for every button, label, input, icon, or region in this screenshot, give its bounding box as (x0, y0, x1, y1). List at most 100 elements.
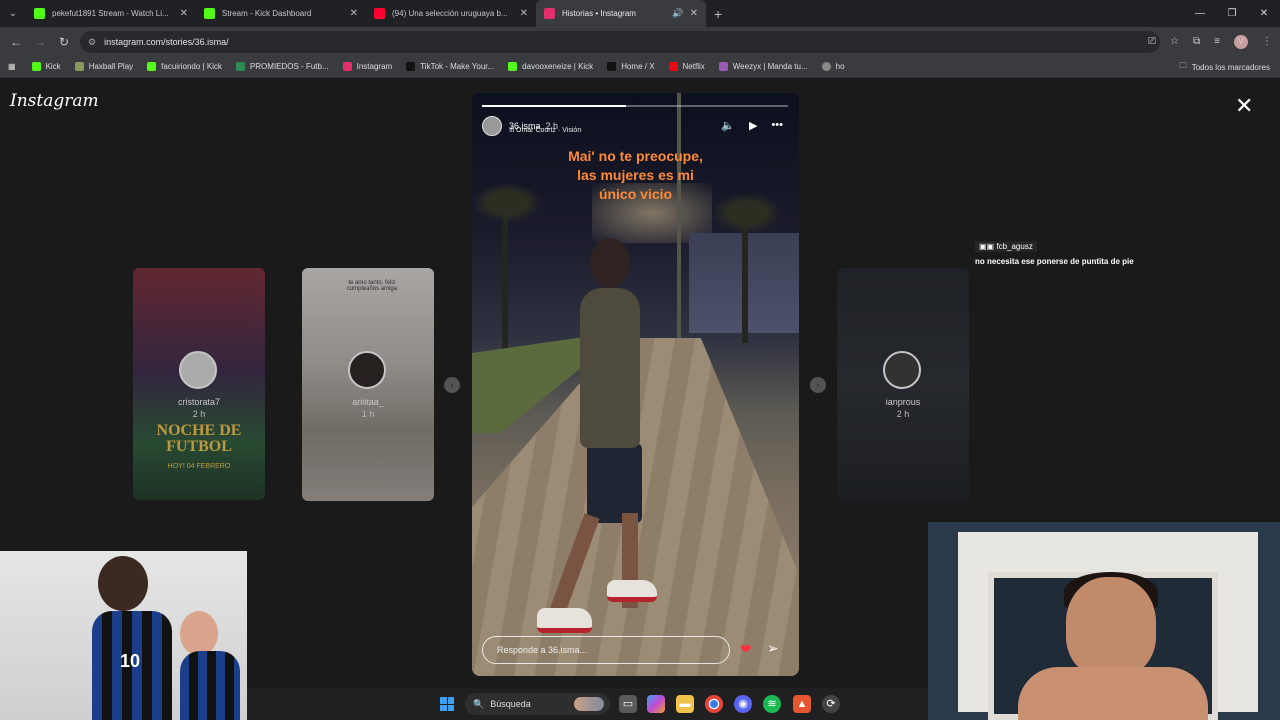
bookmark-label: Haxball Play (88, 62, 134, 71)
windows-start-icon[interactable] (440, 697, 454, 711)
weezyx-icon (718, 62, 728, 71)
speaker-icon[interactable]: 🔊 (672, 8, 683, 19)
player-head (98, 556, 148, 611)
heart-icon[interactable]: ❤ (740, 641, 752, 658)
tab-kick-stream[interactable]: pekefut1891 Stream - Watch Li... ✕ (26, 0, 196, 27)
back-icon[interactable]: ← (4, 35, 28, 49)
main-story[interactable]: 36.isma 2 h ıll Omar Courtz · Visión 🔈 ▶… (472, 93, 799, 676)
all-bookmarks[interactable]: 🗀 Todos los marcadores (1179, 56, 1270, 78)
start-pane (440, 697, 447, 704)
bookmark-davooxeneize[interactable]: davooxeneize | Kick (508, 62, 593, 71)
globe-icon (821, 62, 831, 71)
kick-favicon-icon (204, 8, 215, 19)
start-pane (440, 704, 447, 711)
spotify-icon[interactable]: ≋ (763, 695, 781, 713)
side-story-ariiitaa[interactable]: te amo tanto, feliz cumpleaños amiga ari… (302, 268, 434, 501)
side-story-username: ianprous (885, 397, 921, 407)
football-image-overlay: 10 (0, 551, 247, 720)
new-tab-button[interactable]: + (714, 6, 722, 22)
chat-message: no necesita ese ponerse de puntita de pi… (975, 257, 1134, 266)
story-progress-bar (482, 105, 788, 107)
bookmark-label: Kick (45, 62, 61, 71)
bookmark-label: Netflix (682, 62, 705, 71)
minimize-icon[interactable]: — (1184, 8, 1216, 19)
badge-icon: ▣▣ (979, 242, 997, 251)
bookmark-weezyx[interactable]: Weezyx | Manda tu... (718, 62, 808, 71)
side-story-time: 1 h (361, 409, 375, 419)
bookmark-ho[interactable]: ho (821, 62, 845, 71)
bookmark-label: facuiriondo | Kick (161, 62, 222, 71)
bookmark-haxball[interactable]: Haxball Play (74, 62, 134, 71)
tab-search-icon[interactable]: ⌄ (0, 8, 26, 19)
maximize-icon[interactable]: ❐ (1216, 8, 1248, 19)
next-story-arrow-icon[interactable]: › (810, 377, 826, 393)
bookmark-label: Weezyx | Manda tu... (732, 62, 808, 71)
app-icon[interactable]: ⟳ (822, 695, 840, 713)
tab-youtube[interactable]: (94) Una selección uruguaya b... ✕ (366, 0, 536, 27)
copilot-icon[interactable] (647, 695, 665, 713)
send-icon[interactable]: ➢ (767, 640, 779, 657)
bookmark-x[interactable]: Home / X (607, 62, 655, 71)
apps-icon[interactable]: ▦ (8, 62, 16, 71)
bookmark-label: TikTok - Make Your... (420, 62, 495, 71)
haxball-icon (74, 62, 84, 71)
music-bars-icon: ıll (509, 127, 516, 134)
reply-input[interactable]: Responde a 36.isma... (482, 636, 730, 664)
file-explorer-icon[interactable]: ▬ (676, 695, 694, 713)
more-options-icon[interactable]: ••• (771, 119, 783, 132)
address-bar[interactable]: ⚙ instagram.com/stories/36.isma/ (80, 31, 1160, 53)
story-music-label: Omar Courtz · Visión (516, 127, 582, 134)
bookmark-netflix[interactable]: Netflix (668, 62, 705, 71)
play-icon[interactable]: ▶ (749, 119, 757, 132)
bookmark-label: PROMIEDOS - Futb... (249, 62, 329, 71)
side-story-ianprous[interactable]: ianprous 2 h (837, 268, 969, 501)
volume-icon[interactable]: 🔈 (721, 119, 735, 132)
bookmark-star-icon[interactable]: ☆ (1170, 36, 1179, 47)
bookmark-kick[interactable]: Kick (31, 62, 61, 71)
bookmark-facuiriondo[interactable]: facuiriondo | Kick (147, 62, 222, 71)
bookmark-tiktok[interactable]: TikTok - Make Your... (406, 62, 494, 71)
kick-icon (31, 62, 41, 71)
story-music[interactable]: ıll Omar Courtz · Visión (509, 127, 581, 134)
reload-icon[interactable]: ↻ (52, 35, 76, 49)
menu-icon[interactable]: ⋮ (1262, 36, 1272, 47)
player-head (180, 611, 218, 656)
close-window-icon[interactable]: ✕ (1248, 8, 1280, 19)
tab-kick-dashboard[interactable]: Stream - Kick Dashboard ✕ (196, 0, 366, 27)
tab-instagram-stories[interactable]: Historias • Instagram 🔊 ✕ (536, 0, 706, 27)
previous-story-arrow-icon[interactable]: ‹ (444, 377, 460, 393)
taskbar-search[interactable]: 🔍 Búsqueda (465, 693, 610, 715)
site-info-icon[interactable]: ⚙ (88, 37, 96, 48)
bookmark-label: ho (835, 62, 845, 71)
task-view-icon[interactable]: ▭ (619, 695, 637, 713)
side-story-username: cristorata7 (177, 397, 221, 407)
close-tab-icon[interactable]: ✕ (520, 8, 528, 19)
chat-username-label: fcb_agusz (996, 242, 1033, 251)
close-tab-icon[interactable]: ✕ (180, 8, 188, 19)
kick-icon (147, 62, 157, 71)
instagram-logo[interactable]: Instagram (10, 91, 99, 111)
caption-line: único vicio (598, 186, 673, 202)
discord-icon[interactable]: ◉ (734, 695, 752, 713)
tab-title: Stream - Kick Dashboard (222, 9, 312, 18)
avatar (883, 351, 921, 389)
chrome-icon[interactable] (705, 695, 723, 713)
bookmark-promiedos[interactable]: PROMIEDOS - Futb... (235, 62, 329, 71)
poster-subtitle: HOY! 04 FEBRERO (167, 463, 231, 470)
close-icon[interactable]: ✕ (1235, 93, 1253, 119)
forward-icon[interactable]: → (28, 35, 52, 49)
extensions-icon[interactable]: ⧉ (1193, 36, 1200, 47)
profile-avatar[interactable]: V (1234, 34, 1248, 49)
close-tab-icon[interactable]: ✕ (690, 8, 698, 19)
side-story-cristorata7[interactable]: NOCHE DE FUTBOL HOY! 04 FEBRERO cristora… (133, 268, 265, 500)
reading-list-icon[interactable]: ≡ (1214, 36, 1220, 47)
person-torso (580, 288, 640, 448)
close-tab-icon[interactable]: ✕ (350, 8, 358, 19)
avatar[interactable] (482, 116, 502, 136)
install-app-icon[interactable]: ⎚ (1148, 36, 1156, 47)
bookmark-instagram[interactable]: Instagram (342, 62, 392, 71)
search-highlight-image (574, 697, 604, 711)
obs-icon[interactable]: ▲ (793, 695, 811, 713)
person-head (590, 238, 630, 288)
folder-icon: 🗀 (1178, 61, 1187, 70)
